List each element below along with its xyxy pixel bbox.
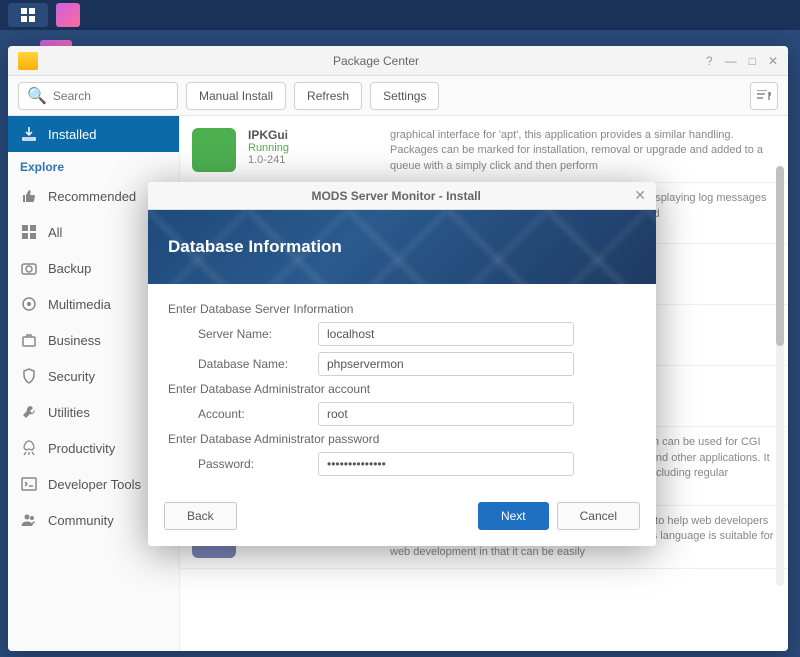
- modal-header: Database Information: [148, 210, 656, 284]
- server-name-label: Server Name:: [168, 327, 318, 341]
- form-section-1: Enter Database Server Information: [168, 302, 636, 316]
- download-icon: [20, 125, 38, 143]
- sidebar-item-label: Multimedia: [48, 297, 111, 312]
- manual-install-button[interactable]: Manual Install: [186, 82, 286, 110]
- package-version: 1.0-241: [248, 154, 378, 166]
- sidebar-item-label: Installed: [48, 127, 96, 142]
- settings-button[interactable]: Settings: [370, 82, 439, 110]
- package-row[interactable]: IPKGuiRunning1.0-241 graphical interface …: [180, 120, 788, 183]
- server-name-input[interactable]: [318, 322, 574, 346]
- shield-icon: [20, 367, 38, 385]
- sort-button[interactable]: [750, 82, 778, 110]
- window-minimize-button[interactable]: —: [725, 54, 737, 68]
- package-status: Running: [248, 142, 378, 154]
- password-label: Password:: [168, 457, 318, 471]
- modal-close-button[interactable]: ✕: [634, 187, 646, 204]
- wrench-icon: [20, 403, 38, 421]
- terminal-icon: [20, 475, 38, 493]
- modal-heading: Database Information: [168, 237, 342, 257]
- sidebar-item-label: Recommended: [48, 189, 136, 204]
- search-box[interactable]: 🔍: [18, 82, 178, 110]
- refresh-button[interactable]: Refresh: [294, 82, 362, 110]
- scrollbar[interactable]: [776, 166, 784, 586]
- modal-titlebar: MODS Server Monitor - Install ✕: [148, 182, 656, 210]
- thumb-icon: [20, 187, 38, 205]
- sidebar-item-label: Utilities: [48, 405, 90, 420]
- briefcase-icon: [20, 331, 38, 349]
- database-name-input[interactable]: [318, 352, 574, 376]
- media-icon: [20, 295, 38, 313]
- form-section-3: Enter Database Administrator password: [168, 432, 636, 446]
- window-titlebar: Package Center ? — □ ✕: [8, 46, 788, 76]
- taskbar-app-icon[interactable]: [56, 3, 80, 27]
- people-icon: [20, 511, 38, 529]
- toolbar: 🔍 Manual Install Refresh Settings: [8, 76, 788, 116]
- taskbar-apps-button[interactable]: [8, 3, 48, 27]
- back-button[interactable]: Back: [164, 502, 237, 530]
- modal-body: Enter Database Server Information Server…: [148, 284, 656, 492]
- sidebar-item-label: Backup: [48, 261, 91, 276]
- package-name: IPKGui: [248, 128, 378, 142]
- taskbar: [0, 0, 800, 30]
- grid-icon: [20, 223, 38, 241]
- modal-title: MODS Server Monitor - Install: [158, 189, 634, 203]
- window-title: Package Center: [46, 54, 706, 68]
- sidebar-heading-explore: Explore: [8, 152, 179, 178]
- sidebar-item-label: All: [48, 225, 62, 240]
- modal-footer: Back Next Cancel: [148, 492, 656, 546]
- search-icon: 🔍: [27, 86, 47, 106]
- package-center-icon: [18, 52, 38, 70]
- password-input[interactable]: [318, 452, 574, 476]
- window-maximize-button[interactable]: □: [749, 54, 756, 68]
- sidebar-item-installed[interactable]: Installed: [8, 116, 179, 152]
- sidebar-item-label: Business: [48, 333, 101, 348]
- sidebar-item-label: Community: [48, 513, 114, 528]
- cancel-button[interactable]: Cancel: [557, 502, 640, 530]
- database-name-label: Database Name:: [168, 357, 318, 371]
- package-description: graphical interface for 'apt', this appl…: [390, 128, 776, 174]
- next-button[interactable]: Next: [478, 502, 549, 530]
- package-icon: [192, 128, 236, 172]
- search-input[interactable]: [53, 89, 169, 103]
- window-close-button[interactable]: ✕: [768, 54, 778, 68]
- window-help-button[interactable]: ?: [706, 54, 713, 68]
- sidebar-item-label: Productivity: [48, 441, 115, 456]
- rocket-icon: [20, 439, 38, 457]
- install-modal: MODS Server Monitor - Install ✕ Database…: [148, 182, 656, 546]
- sidebar-item-label: Security: [48, 369, 95, 384]
- camera-icon: [20, 259, 38, 277]
- account-label: Account:: [168, 407, 318, 421]
- grid-icon: [21, 8, 35, 22]
- scrollbar-thumb[interactable]: [776, 166, 784, 346]
- form-section-2: Enter Database Administrator account: [168, 382, 636, 396]
- sidebar-item-label: Developer Tools: [48, 477, 141, 492]
- sort-icon: [757, 90, 771, 102]
- account-input[interactable]: [318, 402, 574, 426]
